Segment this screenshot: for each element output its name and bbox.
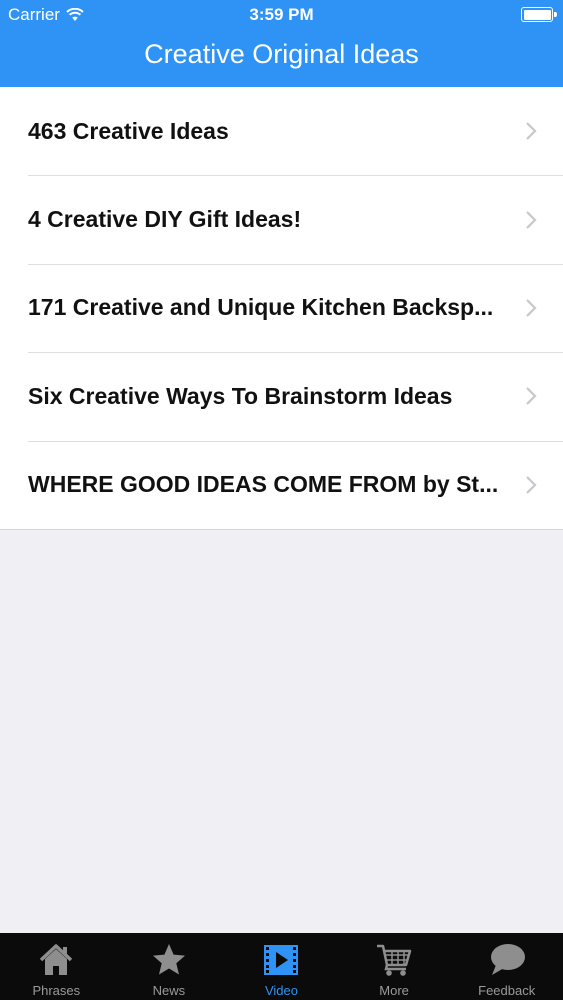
top-bar: Carrier 3:59 PM Creative Original Ideas	[0, 0, 563, 87]
chevron-right-icon	[526, 299, 537, 317]
list-item-title: WHERE GOOD IDEAS COME FROM by St...	[28, 471, 499, 498]
list-item-title: 463 Creative Ideas	[28, 117, 229, 144]
tab-more[interactable]: More	[338, 933, 451, 1000]
page-title: Creative Original Ideas	[144, 39, 419, 69]
list-item[interactable]: 171 Creative and Unique Kitchen Backsp..…	[0, 263, 563, 352]
chevron-right-icon	[526, 387, 537, 406]
list-item[interactable]: WHERE GOOD IDEAS COME FROM by St...	[0, 440, 563, 529]
status-time: 3:59 PM	[249, 5, 314, 24]
battery-icon	[521, 7, 557, 22]
tab-label: News	[152, 983, 186, 998]
tab-label: Video	[264, 983, 298, 998]
tab-feedback[interactable]: Feedback	[450, 933, 563, 1000]
tab-phrases[interactable]: Phrases	[0, 933, 113, 1000]
video-list: 463 Creative Ideas 4 Creative DIY Gift I…	[0, 87, 563, 530]
list-item-title: Six Creative Ways To Brainstorm Ideas	[28, 382, 453, 409]
list-item-title: 171 Creative and Unique Kitchen Backsp..…	[28, 294, 494, 321]
cart-icon	[377, 944, 412, 976]
status-bar: Carrier 3:59 PM	[0, 0, 563, 30]
list-item[interactable]: 4 Creative DIY Gift Ideas!	[0, 175, 563, 263]
tab-label: Phrases	[32, 983, 81, 998]
chevron-right-icon	[526, 210, 537, 229]
list-item[interactable]: Six Creative Ways To Brainstorm Ideas	[0, 352, 563, 440]
tab-bar: Phrases News Video More Feedback	[0, 933, 563, 1000]
chevron-right-icon	[526, 475, 537, 494]
list-item[interactable]: 463 Creative Ideas	[0, 87, 563, 175]
tab-label: Feedback	[478, 983, 536, 998]
star-icon	[152, 944, 185, 975]
speech-bubble-icon	[490, 944, 525, 975]
film-icon	[264, 945, 299, 975]
tab-news[interactable]: News	[113, 933, 226, 1000]
chevron-right-icon	[526, 122, 537, 140]
screen: Carrier 3:59 PM Creative Original Ideas …	[0, 0, 563, 1000]
list-item-title: 4 Creative DIY Gift Ideas!	[28, 206, 302, 233]
tab-video[interactable]: Video	[225, 933, 338, 1000]
house-icon	[40, 944, 73, 975]
tab-label: More	[379, 983, 409, 998]
